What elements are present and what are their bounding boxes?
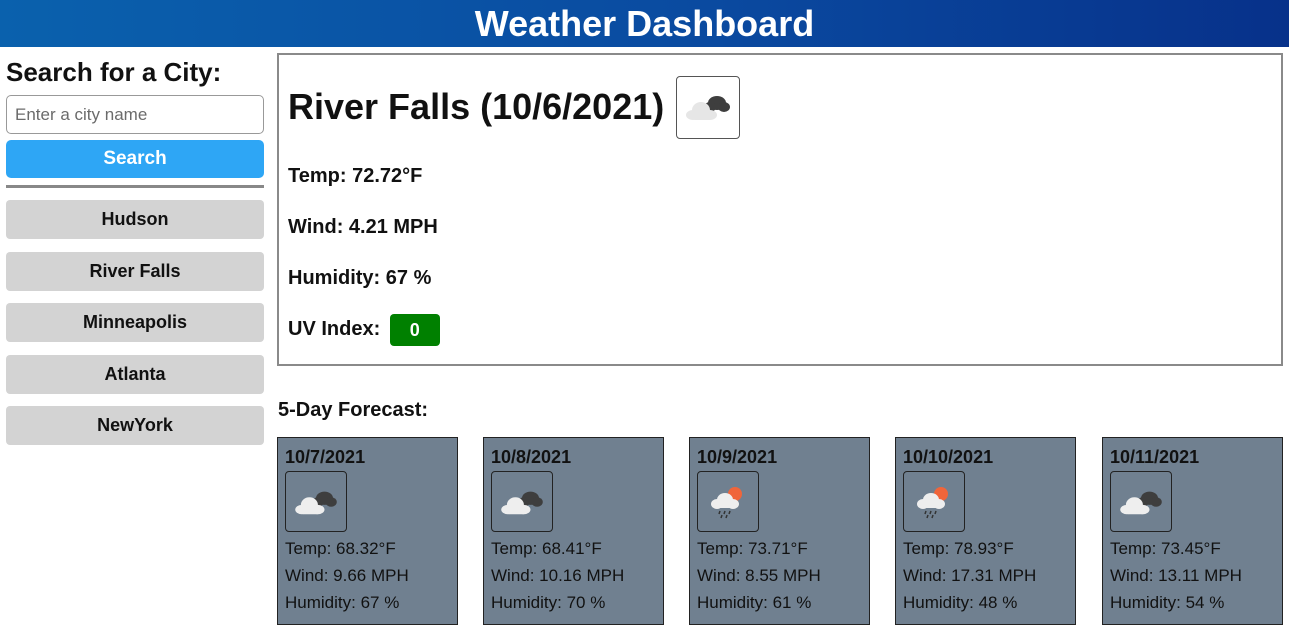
history-city-button[interactable]: Hudson — [6, 200, 264, 239]
forecast-heading: 5-Day Forecast: — [278, 399, 429, 421]
forecast-card: 10/9/2021 Temp: 73.71°F Wind: 8.55 MPH H… — [689, 437, 870, 625]
forecast-temp: Temp: 73.45°F — [1110, 539, 1221, 558]
current-wind: Wind: 4.21 MPH — [288, 216, 438, 238]
uv-index-badge: 0 — [389, 313, 440, 346]
search-history: Hudson River Falls Minneapolis Atlanta N… — [6, 200, 264, 445]
history-city-button[interactable]: Atlanta — [6, 354, 264, 394]
forecast-row: 10/7/2021 Temp: 68.32°F Wind: 9.66 MPH H… — [277, 437, 1284, 625]
current-city-row: River Falls (10/6/2021) — [288, 75, 1272, 139]
sidebar-divider — [6, 185, 264, 188]
broken-clouds-icon — [491, 471, 553, 532]
forecast-card: 10/8/2021 Temp: 68.41°F Wind: 10.16 MPH … — [483, 437, 664, 625]
broken-clouds-icon — [1110, 471, 1172, 532]
rain-sun-icon — [697, 471, 759, 532]
history-city-button[interactable]: Minneapolis — [6, 303, 264, 342]
forecast-card: 10/11/2021 Temp: 73.45°F Wind: 13.11 MPH… — [1102, 437, 1283, 625]
forecast-date: 10/8/2021 — [491, 447, 572, 467]
current-uv-row: UV Index: 0 — [288, 304, 1272, 355]
current-weather-panel: River Falls (10/6/2021) Temp: 72.72°F Wi… — [277, 53, 1283, 366]
forecast-temp: Temp: 68.41°F — [491, 539, 602, 558]
page-title: Weather Dashboard — [474, 3, 815, 44]
page-header: Weather Dashboard — [0, 0, 1289, 47]
forecast-humidity: Humidity: 70 % — [491, 593, 606, 612]
search-button[interactable]: Search — [6, 140, 264, 178]
forecast-wind: Wind: 17.31 MPH — [903, 566, 1037, 585]
forecast-date: 10/11/2021 — [1110, 447, 1200, 467]
forecast-temp: Temp: 68.32°F — [285, 539, 396, 558]
current-temp: Temp: 72.72°F — [288, 165, 423, 187]
forecast-wind: Wind: 8.55 MPH — [697, 566, 821, 585]
forecast-humidity: Humidity: 54 % — [1110, 593, 1225, 612]
forecast-card: 10/10/2021 Temp: 78.93°F Wind: 17.31 MPH… — [895, 437, 1076, 625]
history-city-button[interactable]: River Falls — [6, 251, 264, 291]
forecast-humidity: Humidity: 48 % — [903, 593, 1018, 612]
forecast-wind: Wind: 10.16 MPH — [491, 566, 625, 585]
rain-sun-icon — [903, 471, 965, 532]
forecast-date: 10/10/2021 — [903, 447, 994, 467]
forecast-wind: Wind: 9.66 MPH — [285, 566, 409, 585]
forecast-humidity: Humidity: 67 % — [285, 593, 400, 612]
forecast-temp: Temp: 73.71°F — [697, 539, 808, 558]
broken-clouds-icon — [676, 75, 741, 139]
broken-clouds-icon — [285, 471, 347, 532]
forecast-date: 10/9/2021 — [697, 447, 778, 467]
forecast-card: 10/7/2021 Temp: 68.32°F Wind: 9.66 MPH H… — [277, 437, 458, 625]
forecast-wind: Wind: 13.11 MPH — [1110, 566, 1242, 585]
search-sidebar: Search for a City: Search Hudson River F… — [6, 56, 264, 458]
forecast-temp: Temp: 78.93°F — [903, 539, 1014, 558]
history-city-button[interactable]: NewYork — [6, 406, 264, 445]
current-city-title: River Falls (10/6/2021) — [288, 86, 665, 127]
forecast-date: 10/7/2021 — [285, 447, 366, 467]
uv-index-label: UV Index: — [288, 318, 381, 340]
city-search-input[interactable] — [6, 95, 264, 134]
search-heading: Search for a City: — [6, 57, 222, 87]
current-humidity: Humidity: 67 % — [288, 267, 432, 289]
forecast-humidity: Humidity: 61 % — [697, 593, 812, 612]
